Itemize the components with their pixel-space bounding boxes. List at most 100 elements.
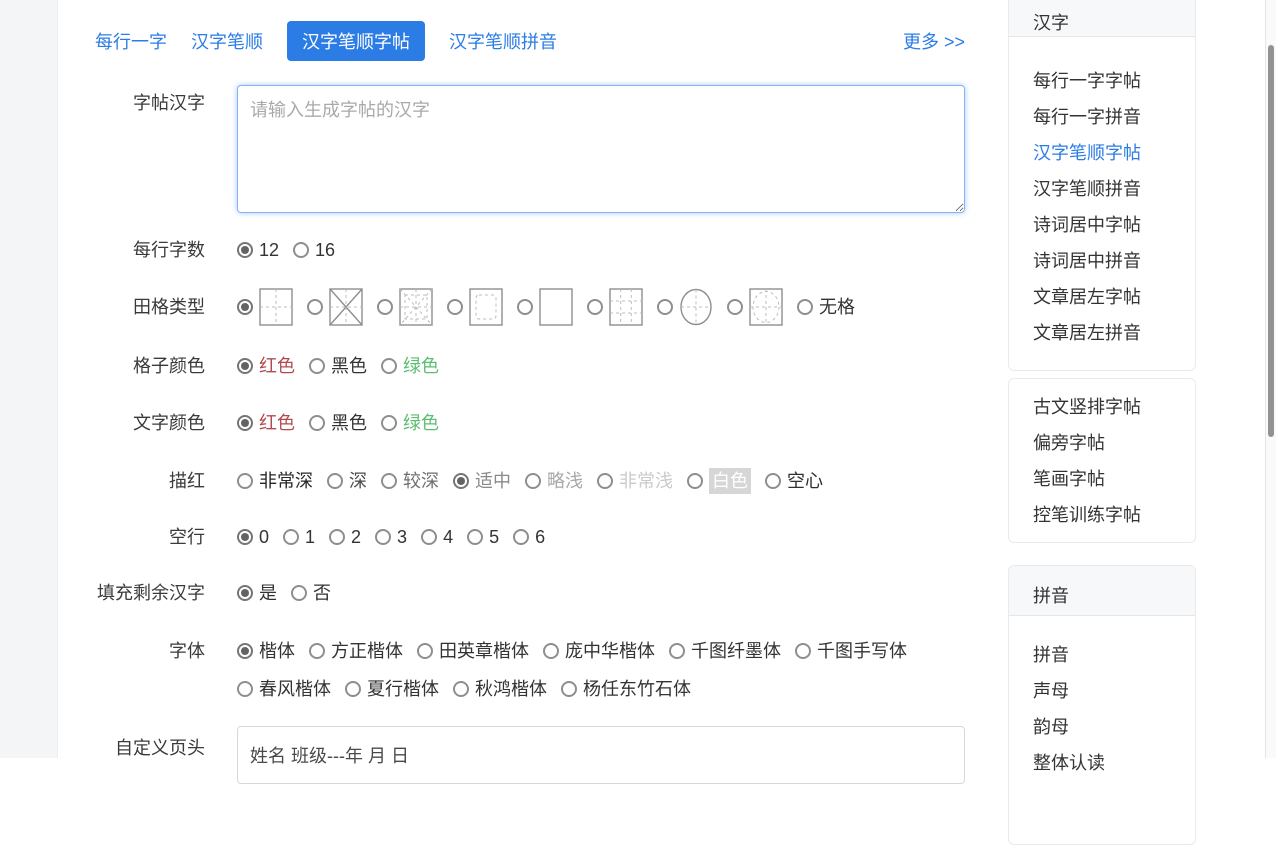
radio-button[interactable] <box>669 643 685 659</box>
radio-button[interactable] <box>309 415 325 431</box>
radio-button[interactable] <box>525 473 541 489</box>
radio-button[interactable] <box>237 585 253 601</box>
radio-option[interactable]: 否 <box>291 581 331 605</box>
radio-option[interactable]: 是 <box>237 581 277 605</box>
radio-option[interactable]: 绿色 <box>381 411 439 435</box>
radio-option[interactable]: 千图纤墨体 <box>669 639 781 663</box>
radio-option[interactable]: 红色 <box>237 411 295 435</box>
radio-button[interactable] <box>453 681 469 697</box>
sidebar-item[interactable]: 声母 <box>1033 673 1195 709</box>
radio-button[interactable] <box>561 681 577 697</box>
radio-button[interactable] <box>597 473 613 489</box>
radio-option[interactable]: 非常深 <box>237 469 313 493</box>
radio-button[interactable] <box>517 299 533 315</box>
radio-button[interactable] <box>453 473 469 489</box>
radio-option[interactable]: 无格 <box>797 295 855 319</box>
tian-oval-grid-option[interactable] <box>727 288 783 326</box>
sidebar-item[interactable]: 汉字笔顺拼音 <box>1033 171 1195 207</box>
radio-button[interactable] <box>329 529 345 545</box>
radio-button[interactable] <box>327 473 343 489</box>
radio-option[interactable]: 春风楷体 <box>237 677 331 701</box>
radio-option[interactable]: 杨任东竹石体 <box>561 677 691 701</box>
radio-button[interactable] <box>587 299 603 315</box>
radio-option[interactable]: 方正楷体 <box>309 639 403 663</box>
scrollbar-thumb[interactable] <box>1268 45 1274 437</box>
sidebar-item[interactable]: 每行一字字帖 <box>1033 63 1195 99</box>
radio-button[interactable] <box>687 473 703 489</box>
radio-option[interactable]: 2 <box>329 525 361 549</box>
tian-grid-option[interactable] <box>237 288 293 326</box>
radio-option[interactable]: 千图手写体 <box>795 639 907 663</box>
radio-option[interactable]: 16 <box>293 238 335 262</box>
sidebar-item[interactable]: 文章居左拼音 <box>1033 315 1195 351</box>
radio-button[interactable] <box>237 681 253 697</box>
radio-button[interactable] <box>543 643 559 659</box>
tab-item[interactable]: 汉字笔顺 <box>191 28 263 54</box>
tab-item[interactable]: 每行一字 <box>95 28 167 54</box>
scrollbar[interactable] <box>1265 0 1276 758</box>
mi-hui-grid-option[interactable] <box>377 288 433 326</box>
radio-option[interactable]: 较深 <box>381 469 439 493</box>
radio-button[interactable] <box>309 643 325 659</box>
sidebar-item[interactable]: 诗词居中拼音 <box>1033 243 1195 279</box>
radio-option[interactable]: 1 <box>283 525 315 549</box>
radio-option[interactable]: 非常浅 <box>597 469 673 493</box>
copybook-chars-textarea[interactable] <box>237 85 965 213</box>
radio-button[interactable] <box>237 299 253 315</box>
radio-option[interactable]: 秋鸿楷体 <box>453 677 547 701</box>
more-link[interactable]: 更多 >> <box>903 28 965 54</box>
radio-button[interactable] <box>657 299 673 315</box>
radio-button[interactable] <box>237 242 253 258</box>
sidebar-item[interactable]: 偏旁字帖 <box>1033 425 1195 461</box>
radio-option[interactable]: 适中 <box>453 469 511 493</box>
radio-option[interactable]: 绿色 <box>381 354 439 378</box>
radio-button[interactable] <box>291 585 307 601</box>
radio-button[interactable] <box>421 529 437 545</box>
radio-option[interactable]: 空心 <box>765 469 823 493</box>
sidebar-item[interactable]: 诗词居中字帖 <box>1033 207 1195 243</box>
radio-option[interactable]: 0 <box>237 525 269 549</box>
mi-grid-option[interactable] <box>307 288 363 326</box>
radio-button[interactable] <box>381 473 397 489</box>
sidebar-item[interactable]: 每行一字拼音 <box>1033 99 1195 135</box>
radio-button[interactable] <box>293 242 309 258</box>
radio-button[interactable] <box>765 473 781 489</box>
hui-grid-option[interactable] <box>447 288 503 326</box>
radio-option[interactable]: 6 <box>513 525 545 549</box>
radio-button[interactable] <box>797 299 813 315</box>
radio-button[interactable] <box>237 473 253 489</box>
radio-button[interactable] <box>417 643 433 659</box>
tab-item[interactable]: 汉字笔顺字帖 <box>287 21 425 61</box>
sidebar-item[interactable]: 拼音 <box>1033 637 1195 673</box>
radio-button[interactable] <box>237 529 253 545</box>
radio-button[interactable] <box>727 299 743 315</box>
radio-option[interactable]: 黑色 <box>309 411 367 435</box>
oval-grid-option[interactable] <box>657 288 713 326</box>
radio-option[interactable]: 略浅 <box>525 469 583 493</box>
nine-grid-option[interactable] <box>587 288 643 326</box>
sidebar-item[interactable]: 整体认读 <box>1033 745 1195 781</box>
radio-option[interactable]: 白色 <box>687 468 751 494</box>
radio-button[interactable] <box>283 529 299 545</box>
radio-button[interactable] <box>795 643 811 659</box>
radio-option[interactable]: 庞中华楷体 <box>543 639 655 663</box>
radio-option[interactable]: 田英章楷体 <box>417 639 529 663</box>
tab-item[interactable]: 汉字笔顺拼音 <box>449 28 557 54</box>
radio-button[interactable] <box>381 358 397 374</box>
radio-option[interactable]: 夏行楷体 <box>345 677 439 701</box>
radio-button[interactable] <box>237 415 253 431</box>
radio-button[interactable] <box>513 529 529 545</box>
sidebar-item[interactable]: 控笔训练字帖 <box>1033 497 1195 533</box>
radio-option[interactable]: 深 <box>327 469 367 493</box>
sidebar-item[interactable]: 笔画字帖 <box>1033 461 1195 497</box>
radio-button[interactable] <box>377 299 393 315</box>
radio-option[interactable]: 黑色 <box>309 354 367 378</box>
radio-option[interactable]: 5 <box>467 525 499 549</box>
sidebar-item[interactable]: 汉字笔顺字帖 <box>1033 135 1195 171</box>
radio-option[interactable]: 3 <box>375 525 407 549</box>
radio-button[interactable] <box>467 529 483 545</box>
radio-button[interactable] <box>307 299 323 315</box>
sidebar-item[interactable]: 文章居左字帖 <box>1033 279 1195 315</box>
radio-option[interactable]: 4 <box>421 525 453 549</box>
radio-button[interactable] <box>381 415 397 431</box>
